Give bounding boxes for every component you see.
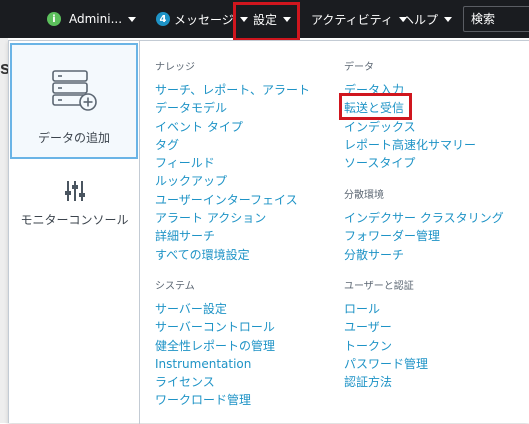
menu-link-tokens[interactable]: トークン	[344, 337, 428, 355]
menu-link-server-controls[interactable]: サーバーコントロール	[155, 318, 275, 336]
search-input[interactable]	[463, 6, 529, 32]
menu-link-password-management[interactable]: パスワード管理	[344, 355, 428, 373]
system-section: システム サーバー設定 サーバーコントロール 健全性レポートの管理 Instru…	[155, 280, 275, 410]
menu-link-forwarder-management[interactable]: フォワーダー管理	[344, 227, 504, 245]
knowledge-section: ナレッジ サーチ、レポート、アラート データモデル イベント タイプ タグ フィ…	[155, 61, 310, 264]
menu-link-report-acceleration-summaries[interactable]: レポート高速化サマリー	[344, 136, 476, 154]
menu-link-instrumentation[interactable]: Instrumentation	[155, 355, 275, 373]
menu-link-data-models[interactable]: データモデル	[155, 99, 310, 117]
menu-link-indexer-clustering[interactable]: インデクサー クラスタリング	[344, 209, 504, 227]
menu-link-searches-reports-alerts[interactable]: サーチ、レポート、アラート	[155, 81, 310, 99]
menu-link-roles[interactable]: ロール	[344, 300, 428, 318]
menu-link-all-configurations[interactable]: すべての環境設定	[155, 246, 310, 264]
menu-link-health-report-manager[interactable]: 健全性レポートの管理	[155, 337, 275, 355]
menu-link-user-interface[interactable]: ユーザーインターフェイス	[155, 191, 310, 209]
account-menu-label: Admini...	[69, 12, 123, 26]
help-menu-label: ヘルプ	[402, 12, 439, 27]
info-circle-icon: i	[47, 12, 61, 26]
activity-menu-label: アクティビティ	[311, 12, 393, 27]
section-title: ナレッジ	[155, 62, 195, 73]
section-title: 分散環境	[344, 190, 384, 201]
menu-link-indexes[interactable]: インデックス	[344, 118, 476, 136]
users-authentication-section: ユーザーと認証 ロール ユーザー トークン パスワード管理 認証方法	[344, 280, 428, 391]
messages-count-badge: 4	[156, 12, 170, 26]
messages-menu-label: メッセージ	[174, 12, 234, 27]
menu-link-advanced-search[interactable]: 詳細サーチ	[155, 227, 310, 245]
add-data-button[interactable]: データの追加	[10, 43, 138, 159]
distributed-environment-section: 分散環境 インデクサー クラスタリング フォワーダー管理 分散サーチ	[344, 189, 504, 264]
sliders-icon	[64, 181, 85, 201]
caret-down-icon	[128, 16, 137, 22]
menu-link-users[interactable]: ユーザー	[344, 318, 428, 336]
settings-dropdown: データの追加 モニターコンソール ナレッジ サーチ、レポート、アラート データモ…	[8, 40, 529, 424]
caret-down-icon	[444, 16, 453, 22]
menu-link-workload-management[interactable]: ワークロード管理	[155, 391, 275, 409]
add-data-label: データの追加	[37, 131, 110, 145]
menu-link-authentication-methods[interactable]: 認証方法	[344, 373, 428, 391]
forwarding-receiving-highlight-box	[339, 93, 412, 120]
menu-link-server-settings[interactable]: サーバー設定	[155, 300, 275, 318]
menu-link-source-types[interactable]: ソースタイプ	[344, 154, 476, 172]
account-menu[interactable]: i Admini...	[47, 0, 137, 38]
monitoring-console-button[interactable]: モニターコンソール	[9, 169, 140, 249]
help-menu[interactable]: ヘルプ	[402, 0, 453, 38]
menu-link-tags[interactable]: タグ	[155, 136, 310, 154]
settings-highlight-box	[233, 2, 300, 41]
settings-sidebar: データの追加 モニターコンソール	[9, 41, 140, 424]
menu-link-event-types[interactable]: イベント タイプ	[155, 118, 310, 136]
section-title: データ	[344, 62, 374, 73]
menu-link-fields[interactable]: フィールド	[155, 154, 310, 172]
menu-link-alert-actions[interactable]: アラート アクション	[155, 209, 310, 227]
menu-link-distributed-search[interactable]: 分散サーチ	[344, 246, 504, 264]
add-data-icon	[52, 70, 97, 111]
section-title: システム	[155, 281, 195, 292]
menu-link-lookups[interactable]: ルックアップ	[155, 172, 310, 190]
section-title: ユーザーと認証	[344, 281, 414, 292]
monitoring-console-label: モニターコンソール	[20, 213, 129, 227]
page-background	[0, 38, 8, 423]
menu-link-licensing[interactable]: ライセンス	[155, 373, 275, 391]
activity-menu[interactable]: アクティビティ	[311, 0, 407, 38]
